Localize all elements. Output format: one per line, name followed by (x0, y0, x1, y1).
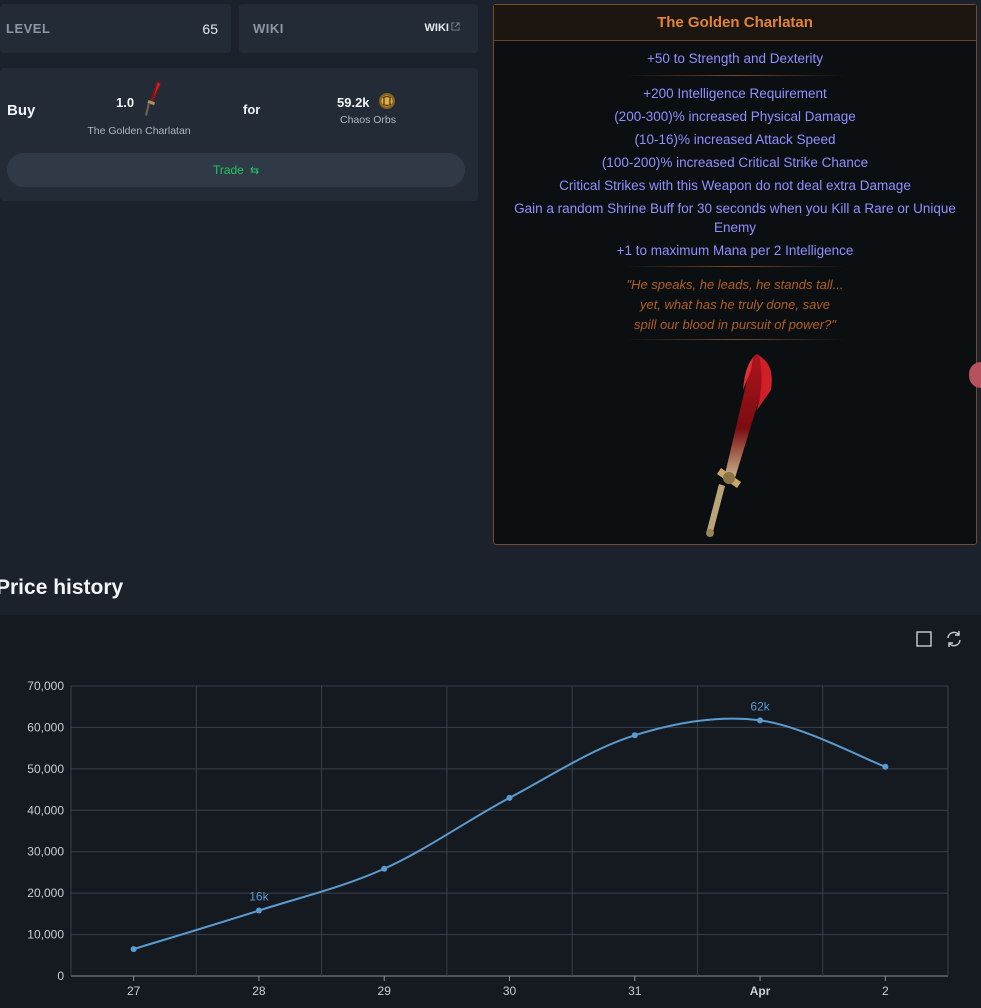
explicit-mod: (200-300)% increased Physical Damage (614, 109, 856, 124)
separator (625, 75, 845, 76)
y-tick-label: 40,000 (27, 803, 64, 817)
level-value: 65 (202, 21, 218, 37)
explicit-mod: +200 Intelligence Requirement (643, 86, 827, 101)
price-value: 59.2k (337, 95, 370, 110)
wiki-link-text[interactable]: WIKI (425, 22, 449, 34)
trade-button-label[interactable]: Trade (213, 163, 244, 177)
x-tick-label: 29 (378, 984, 392, 998)
item-mods: +50 to Strength and Dexterity +200 Intel… (494, 49, 976, 340)
trade-button[interactable]: Trade ⇆ (7, 153, 465, 187)
implicit-mod: +50 to Strength and Dexterity (647, 51, 823, 66)
data-label: 16k (249, 890, 269, 904)
separator (625, 266, 845, 267)
y-tick-label: 70,000 (27, 679, 64, 693)
flavour-line: "He speaks, he leads, he stands tall... (626, 277, 844, 292)
y-tick-label: 0 (57, 969, 64, 983)
y-tick-label: 20,000 (27, 886, 64, 900)
data-point (255, 907, 262, 914)
data-point (381, 865, 388, 872)
level-card: LEVEL 65 (0, 4, 231, 53)
currency-name: Chaos Orbs (339, 114, 397, 126)
flavour-line: yet, what has he truly done, save (639, 297, 831, 312)
line-chart: 0 10,000 20,000 30,000 40,000 50,000 60,000 70,… (27, 679, 949, 998)
wiki-card: WIKI WIKI (239, 4, 478, 53)
data-point (631, 732, 638, 739)
flavour-line: spill our blood in pursuit of power?" (634, 317, 836, 332)
wiki-label: WIKI (253, 21, 284, 36)
data-point (757, 717, 764, 724)
y-tick-label: 10,000 (27, 928, 64, 942)
explicit-mod: (100-200)% increased Critical Strike Cha… (601, 155, 869, 170)
explicit-mod: Critical Strikes with this Weapon do not… (559, 178, 911, 193)
price-line (133, 717, 886, 951)
data-label: 62k (750, 699, 770, 713)
explicit-mod: +1 to maximum Mana per 2 Intelligence (616, 243, 854, 258)
level-label: LEVEL (6, 21, 51, 36)
chaos-orb-icon (379, 93, 395, 109)
data-point (130, 946, 137, 953)
data-point (506, 794, 513, 801)
price-history-chart: 0 10,000 20,000 30,000 40,000 50,000 60,000 70,… (0, 615, 981, 1008)
external-link-icon (451, 22, 460, 31)
x-tick-label: 28 (252, 984, 266, 998)
x-tick-label: 27 (127, 984, 141, 998)
x-tick-label: Apr (750, 984, 771, 998)
sword-art (706, 354, 772, 537)
buy-item-name: The Golden Charlatan (87, 125, 191, 137)
trade-card: Buy 1.0 The Golden Charlatan for 59.2k C… (0, 68, 478, 201)
swap-icon: ⇆ (249, 164, 260, 177)
y-tick-label: 60,000 (27, 720, 64, 734)
y-tick-label: 50,000 (27, 762, 64, 776)
data-point (882, 763, 889, 770)
buy-label: Buy (7, 102, 36, 119)
price-history-title: Price history (0, 576, 124, 599)
item-tooltip: The Golden Charlatan +50 to Strength and… (493, 4, 977, 545)
item-name-header: The Golden Charlatan (494, 5, 976, 41)
buy-quantity: 1.0 (116, 95, 135, 110)
x-tick-label: 2 (882, 984, 889, 998)
x-tick-label: 30 (503, 984, 517, 998)
separator (625, 339, 845, 340)
explicit-mod: Gain a random Shrine Buff for 30 seconds… (514, 201, 956, 235)
flavour-text: "He speaks, he leads, he stands tall... … (494, 275, 976, 335)
wiki-link[interactable]: WIKI (425, 22, 460, 34)
for-label: for (243, 102, 261, 117)
explicit-mod: (10-16)% increased Attack Speed (634, 132, 836, 147)
y-tick-label: 30,000 (27, 845, 64, 859)
x-tick-label: 31 (628, 984, 642, 998)
golden-charlatan-thumbnail (145, 81, 161, 116)
